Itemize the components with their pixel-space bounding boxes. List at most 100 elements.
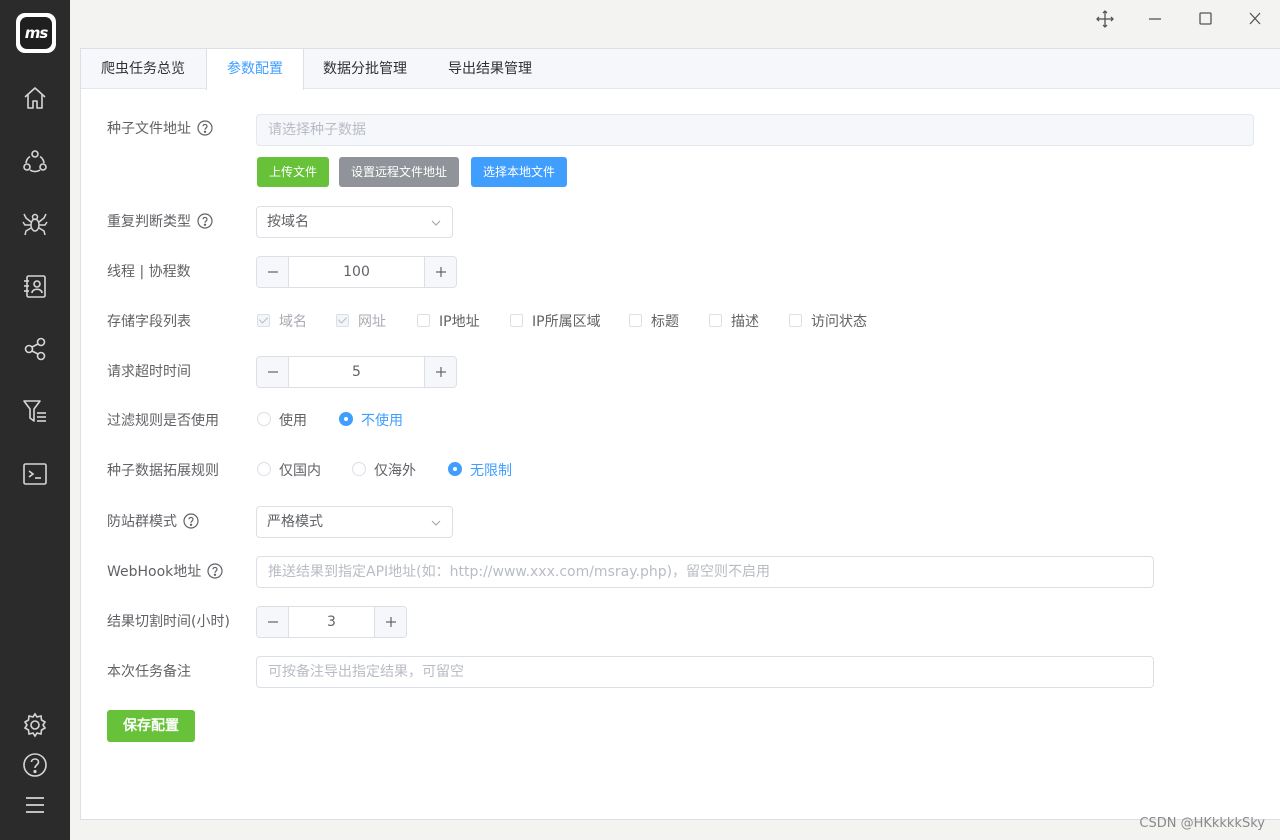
cut-time-stepper[interactable]: 3 xyxy=(256,606,407,638)
config-panel: 爬虫任务总览 参数配置 数据分批管理 导出结果管理 种子文件地址 上传文件 设置… xyxy=(80,48,1280,820)
field-checkbox-label: IP地址 xyxy=(439,314,480,330)
expand-radio-unlimited[interactable]: 无限制 xyxy=(448,461,512,481)
filter-radio-use[interactable]: 使用 xyxy=(257,411,307,431)
filter-rule-label: 过滤规则是否使用 xyxy=(107,413,219,429)
plus-icon[interactable] xyxy=(424,257,456,287)
dup-type-select[interactable]: 按域名 xyxy=(256,206,453,238)
radio-label: 无限制 xyxy=(470,463,512,479)
filter-radio-not-use[interactable]: 不使用 xyxy=(339,411,403,431)
radio-dot xyxy=(352,462,366,476)
dup-type-value: 按域名 xyxy=(267,214,309,230)
close-icon[interactable] xyxy=(1243,8,1267,30)
checkbox-box xyxy=(510,313,523,327)
share-icon[interactable] xyxy=(22,336,48,362)
minus-icon[interactable] xyxy=(257,607,289,637)
webhook-input[interactable] xyxy=(256,556,1154,588)
expand-radio-domestic[interactable]: 仅国内 xyxy=(257,461,321,481)
radio-dot xyxy=(257,412,271,426)
radio-label: 不使用 xyxy=(361,413,403,429)
field-checkbox-label: 访问状态 xyxy=(811,314,867,330)
fields-label: 存储字段列表 xyxy=(107,314,191,330)
tab-param-config[interactable]: 参数配置 xyxy=(206,49,304,90)
field-checkbox-label: IP所属区域 xyxy=(532,314,601,330)
field-checkbox-label: 域名 xyxy=(279,314,307,330)
remark-input[interactable] xyxy=(256,656,1154,688)
cluster-icon[interactable] xyxy=(22,148,48,174)
question-icon[interactable] xyxy=(207,563,223,579)
field-checkbox-ip[interactable]: IP地址 xyxy=(417,312,480,332)
settings-icon[interactable] xyxy=(22,712,48,738)
minus-icon[interactable] xyxy=(257,357,289,387)
tab-batch-manage[interactable]: 数据分批管理 xyxy=(303,49,427,89)
upload-file-button[interactable]: 上传文件 xyxy=(257,157,329,187)
cut-time-value[interactable]: 3 xyxy=(289,607,374,637)
help-icon[interactable] xyxy=(22,752,48,778)
home-icon[interactable] xyxy=(22,85,48,111)
sidebar: ms xyxy=(0,0,70,840)
contacts-icon[interactable] xyxy=(22,273,48,299)
checkbox-box xyxy=(257,313,270,327)
app-logo: ms xyxy=(16,13,56,53)
field-checkbox-status[interactable]: 访问状态 xyxy=(789,312,867,332)
field-checkbox-label: 标题 xyxy=(651,314,679,330)
menu-icon[interactable] xyxy=(22,792,48,818)
remote-file-button[interactable]: 设置远程文件地址 xyxy=(339,157,459,187)
anti-mode-value: 严格模式 xyxy=(267,514,323,530)
radio-label: 使用 xyxy=(279,413,307,429)
dup-type-label: 重复判断类型 xyxy=(107,206,213,238)
question-icon[interactable] xyxy=(197,120,213,136)
chevron-down-icon xyxy=(430,517,442,529)
tab-bar: 爬虫任务总览 参数配置 数据分批管理 导出结果管理 xyxy=(81,49,1280,90)
checkbox-box xyxy=(336,313,349,327)
minus-icon[interactable] xyxy=(257,257,289,287)
logo-text: ms xyxy=(20,17,52,49)
anti-mode-label: 防站群模式 xyxy=(107,506,199,538)
webhook-label: WebHook地址 xyxy=(107,556,223,588)
spider-icon[interactable] xyxy=(22,210,48,236)
terminal-icon[interactable] xyxy=(22,461,48,487)
expand-rule-label: 种子数据拓展规则 xyxy=(107,463,219,479)
seed-file-label: 种子文件地址 xyxy=(107,113,213,145)
chevron-down-icon xyxy=(430,217,442,229)
threads-stepper[interactable]: 100 xyxy=(256,256,457,288)
local-file-button[interactable]: 选择本地文件 xyxy=(471,157,567,187)
field-checkbox-title[interactable]: 标题 xyxy=(629,312,679,332)
checkbox-box xyxy=(789,313,802,327)
plus-icon[interactable] xyxy=(424,357,456,387)
field-checkbox-desc[interactable]: 描述 xyxy=(709,312,759,332)
threads-value[interactable]: 100 xyxy=(289,257,424,287)
cut-time-label: 结果切割时间(小时) xyxy=(107,614,230,630)
move-icon[interactable] xyxy=(1093,8,1117,30)
question-icon[interactable] xyxy=(183,513,199,529)
field-checkbox-label: 描述 xyxy=(731,314,759,330)
save-config-button[interactable]: 保存配置 xyxy=(107,710,195,742)
radio-dot xyxy=(448,462,462,476)
field-checkbox-ip-region[interactable]: IP所属区域 xyxy=(510,312,601,332)
remark-label: 本次任务备注 xyxy=(107,664,191,680)
seed-file-input[interactable] xyxy=(256,114,1254,146)
filter-icon[interactable] xyxy=(22,398,48,424)
question-icon[interactable] xyxy=(197,213,213,229)
timeout-value[interactable]: 5 xyxy=(289,357,424,387)
tab-export-manage[interactable]: 导出结果管理 xyxy=(428,49,552,89)
radio-dot xyxy=(257,462,271,476)
dup-type-label-text: 重复判断类型 xyxy=(107,214,191,230)
radio-label: 仅海外 xyxy=(374,463,416,479)
minimize-icon[interactable] xyxy=(1143,8,1167,30)
field-checkbox-domain[interactable]: 域名 xyxy=(257,312,307,332)
checkbox-box xyxy=(417,313,430,327)
plus-icon[interactable] xyxy=(374,607,406,637)
checkbox-box xyxy=(629,313,642,327)
seed-file-label-text: 种子文件地址 xyxy=(107,121,191,137)
maximize-icon[interactable] xyxy=(1193,8,1217,30)
radio-label: 仅国内 xyxy=(279,463,321,479)
expand-radio-overseas[interactable]: 仅海外 xyxy=(352,461,416,481)
webhook-label-text: WebHook地址 xyxy=(107,564,202,580)
field-checkbox-url[interactable]: 网址 xyxy=(336,312,386,332)
anti-mode-select[interactable]: 严格模式 xyxy=(256,506,453,538)
radio-dot xyxy=(339,412,353,426)
field-checkbox-label: 网址 xyxy=(358,314,386,330)
anti-mode-label-text: 防站群模式 xyxy=(107,514,177,530)
timeout-stepper[interactable]: 5 xyxy=(256,356,457,388)
tab-task-overview[interactable]: 爬虫任务总览 xyxy=(81,49,205,89)
